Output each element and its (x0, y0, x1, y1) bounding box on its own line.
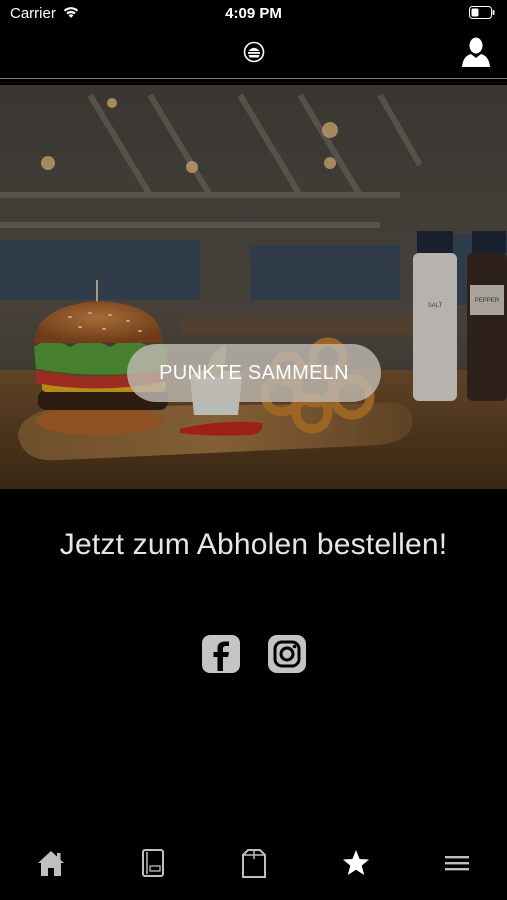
star-icon (341, 848, 371, 878)
battery-icon (469, 6, 495, 19)
instagram-icon[interactable] (268, 635, 306, 673)
tab-more[interactable] (437, 843, 477, 883)
tab-cart[interactable] (234, 843, 274, 883)
nav-divider (0, 78, 507, 79)
collect-points-button[interactable]: PUNKTE SAMMELN (127, 344, 381, 402)
user-profile-icon[interactable] (461, 36, 491, 68)
status-time: 4:09 PM (225, 5, 282, 22)
facebook-icon[interactable] (202, 635, 240, 673)
shopping-bag-icon (239, 847, 269, 879)
order-pickup-headline[interactable]: Jetzt zum Abholen bestellen! (0, 528, 507, 562)
tab-home[interactable] (31, 843, 71, 883)
burger-logo-icon[interactable] (243, 41, 265, 63)
status-bar: Carrier 4:09 PM (0, 0, 507, 28)
hero-banner: SALT PEPPER PUNKTE SAMMELN (0, 85, 507, 489)
menu-book-icon (141, 848, 165, 878)
hero-food-image: SALT PEPPER (0, 85, 507, 489)
home-icon (36, 848, 66, 878)
tab-favorites[interactable] (336, 843, 376, 883)
app-screen: Carrier 4:09 PM SALT PEPPER PUNKTE SAMME… (0, 0, 507, 900)
hamburger-menu-icon (444, 853, 470, 873)
navigation-bar (0, 28, 507, 78)
tab-bar (0, 835, 507, 890)
tab-menu[interactable] (133, 843, 173, 883)
